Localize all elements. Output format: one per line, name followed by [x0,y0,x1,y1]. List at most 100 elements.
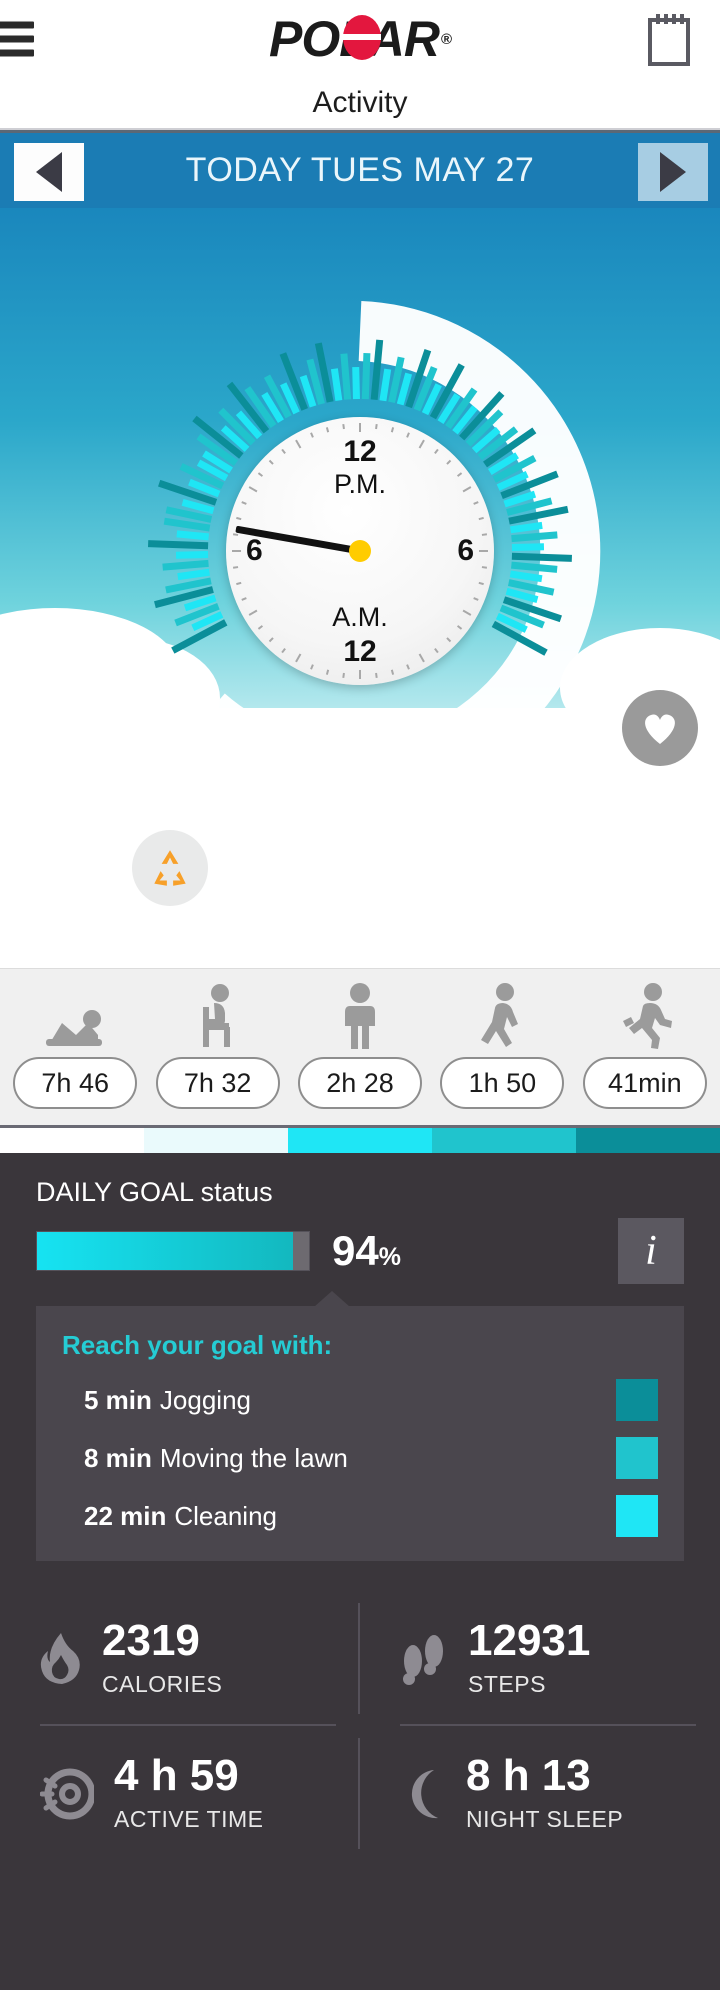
walking-icon [477,983,527,1049]
goal-tip-color-swatch [616,1495,658,1537]
footsteps-icon [403,1634,443,1685]
daily-goal-label: DAILY GOAL status [36,1177,273,1207]
goal-tip-row: 8 min Moving the lawn [62,1437,658,1479]
stat-label: CALORIES [102,1671,223,1697]
app-header: POLAR ® [0,0,720,78]
current-date-label: TODAY TUES MAY 27 [185,151,535,189]
activity-screen: POLAR ® Activity TODAY TUES MAY 27 [0,0,720,1990]
breakdown-value: 2h 28 [298,1057,423,1109]
tooltip-arrow [314,1291,350,1307]
activity-intensity-legend [0,1125,720,1153]
inactivity-stamp-icon [154,850,186,886]
clock-label-am: A.M. [332,602,388,632]
info-button[interactable]: i [618,1218,684,1284]
stat-value: 4 h 59 [114,1751,239,1800]
previous-day-arrow [36,152,62,192]
stat-value: 2319 [102,1616,200,1665]
active-time-icon [40,1768,94,1819]
goal-tip-activity: Moving the lawn [159,1442,348,1473]
stat-text: 2319 CALORIES [102,1619,222,1698]
goal-tip-color-swatch [616,1437,658,1479]
intensity-segment [576,1128,720,1153]
stat-text: 4 h 59 ACTIVE TIME [114,1754,264,1833]
hamburger-menu-icon[interactable] [0,21,34,57]
breakdown-value: 7h 46 [13,1057,138,1109]
daily-goal-percent-sign: % [378,1243,401,1271]
goal-tip-row: 22 min Cleaning [62,1495,658,1537]
daily-goal-header: DAILY GOAL status [0,1177,720,1208]
breakdown-item-running[interactable]: 41min [574,983,716,1109]
notebook-icon[interactable] [646,12,692,66]
daily-goal-progress-fill [37,1232,293,1270]
goal-tip-color-swatch [616,1379,658,1421]
goal-tips-box: Reach your goal with: 5 min Jogging 8 mi… [36,1306,684,1561]
lying-down-icon [40,983,110,1049]
moon-icon [411,1769,438,1818]
breakdown-value: 7h 32 [155,1057,280,1109]
next-day-arrow [660,152,686,192]
stat-value: 12931 [468,1616,591,1665]
clock-face: 12 P.M. A.M. 12 6 6 [226,417,494,685]
goal-tips-panel: Reach your goal with: 5 min Jogging 8 mi… [36,1291,684,1561]
stat-active-time[interactable]: 4 h 59 ACTIVE TIME [0,1726,360,1861]
activity-breakdown: 7h 46 7h 32 2h 28 1h 50 41min [0,968,720,1125]
goal-tip-activity: Jogging [159,1384,251,1415]
clock-label-bottom-hour: 12 [343,635,377,668]
clock-label-right-hour: 6 [457,534,474,567]
activity-dial-section: 12 P.M. A.M. 12 6 6 [0,208,720,968]
breakdown-item-standing[interactable]: 2h 28 [289,983,431,1109]
breakdown-value: 1h 50 [440,1057,565,1109]
info-icon: i [645,1228,657,1274]
standing-icon [337,983,383,1049]
stat-label: NIGHT SLEEP [466,1806,624,1832]
goal-tip-duration: 5 min [84,1384,152,1415]
hamburger-bar [0,49,34,57]
heart-icon [645,714,675,744]
polar-logo-o-mark [342,15,381,60]
heart-rate-badge[interactable] [622,690,698,766]
daily-goal-percent-value: 94 [332,1227,379,1274]
summary-stats-grid: 2319 CALORIES 12931 STEPS 4 h 59 ACTIVE … [0,1561,720,1861]
intensity-segment [0,1128,144,1153]
next-day-button[interactable] [638,143,708,201]
hamburger-bar [0,21,34,29]
stat-steps[interactable]: 12931 STEPS [360,1591,720,1726]
hamburger-bar [0,35,34,43]
daily-goal-progress-row: 94% i [0,1218,720,1284]
breakdown-value: 41min [582,1057,707,1109]
breakdown-item-sitting[interactable]: 7h 32 [146,983,288,1109]
stat-night-sleep[interactable]: 8 h 13 NIGHT SLEEP [360,1726,720,1861]
daily-goal-percent: 94% [332,1227,401,1275]
daily-goal-progress-bar [36,1231,310,1271]
clock-label-pm: P.M. [333,469,387,499]
registered-mark: ® [440,30,452,48]
breakdown-item-lying[interactable]: 7h 46 [4,983,146,1109]
stat-text: 12931 STEPS [468,1619,590,1698]
breakdown-item-walking[interactable]: 1h 50 [431,983,573,1109]
previous-day-button[interactable] [14,143,84,201]
sitting-icon [190,983,246,1049]
stat-value: 8 h 13 [466,1751,591,1800]
page-title-bar: Activity [0,78,720,130]
page-title: Activity [312,86,408,119]
inactivity-stamp-badge[interactable] [132,830,208,906]
activity-dial[interactable]: 12 P.M. A.M. 12 6 6 [125,301,601,801]
intensity-segment [288,1128,432,1153]
stat-label: ACTIVE TIME [114,1806,264,1832]
goal-tips-title: Reach your goal with: [62,1330,333,1360]
flame-icon [40,1632,80,1684]
stat-label: STEPS [468,1671,546,1697]
clock-label-left-hour: 6 [246,534,263,567]
intensity-segment [432,1128,576,1153]
date-navigation-bar: TODAY TUES MAY 27 [0,130,720,208]
polar-logo: POLAR ® [269,10,452,68]
stat-text: 8 h 13 NIGHT SLEEP [466,1754,623,1833]
daily-goal-section: DAILY GOAL status 94% i Reach your goal … [0,1153,720,1861]
goal-tip-activity: Cleaning [174,1500,278,1531]
goal-tip-row: 5 min Jogging [62,1379,658,1421]
clock-label-top-hour: 12 [343,435,377,468]
clock-center-dot [349,540,371,562]
goal-tip-duration: 8 min [84,1442,152,1473]
stat-calories[interactable]: 2319 CALORIES [0,1591,360,1726]
intensity-segment [144,1128,288,1153]
